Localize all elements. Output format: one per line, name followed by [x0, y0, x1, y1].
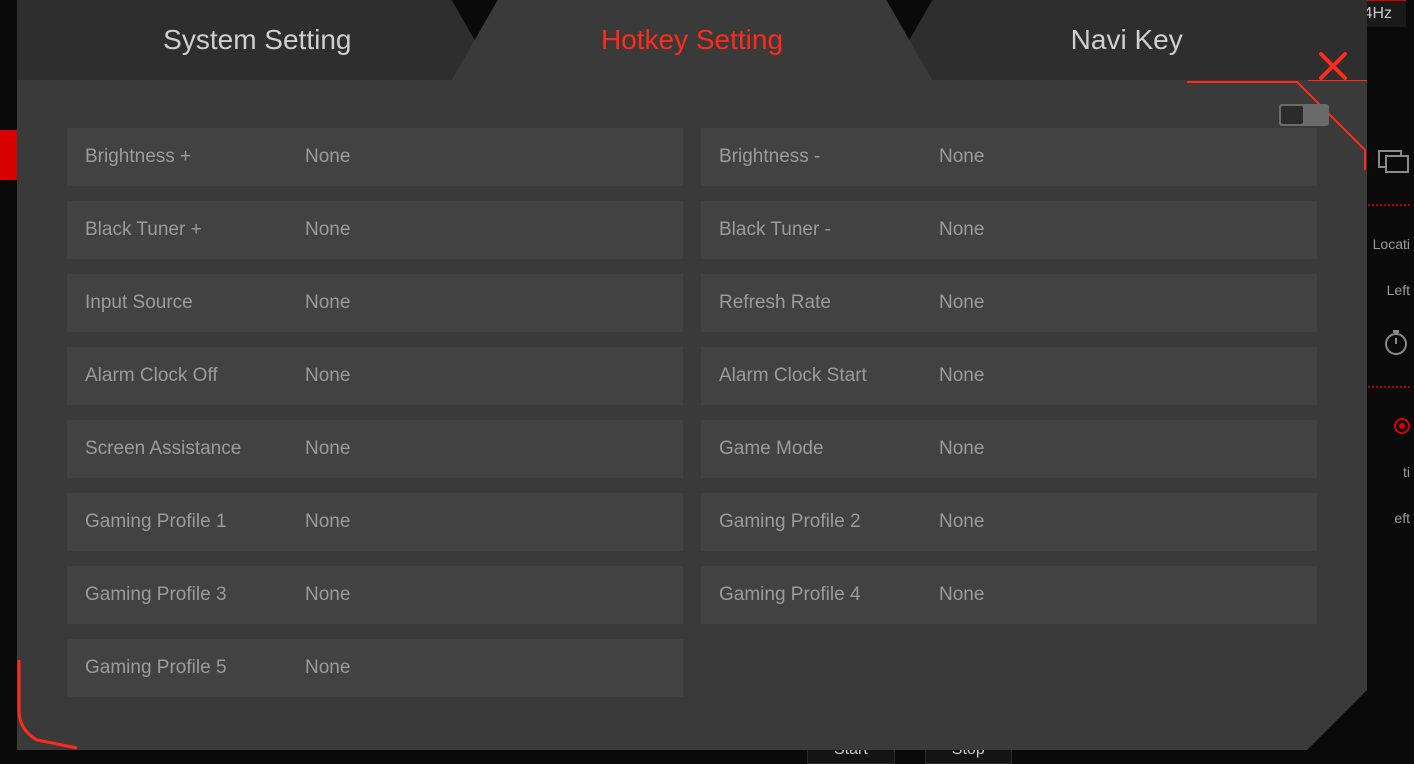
- hotkey-row-alarm-clock-off[interactable]: Alarm Clock Off None: [67, 347, 683, 405]
- hotkey-row-brightness-plus[interactable]: Brightness + None: [67, 128, 683, 186]
- settings-dialog: System Setting Hotkey Setting Navi Key B…: [17, 0, 1367, 750]
- stopwatch-icon: [1382, 328, 1410, 356]
- hotkey-row-alarm-clock-start[interactable]: Alarm Clock Start None: [701, 347, 1317, 405]
- hotkey-label: Gaming Profile 5: [85, 657, 305, 679]
- hotkey-value: None: [939, 292, 984, 314]
- hotkey-row-gaming-profile-2[interactable]: Gaming Profile 2 None: [701, 493, 1317, 551]
- hotkey-label: Black Tuner +: [85, 219, 305, 241]
- toggle-knob: [1281, 106, 1303, 124]
- tab-system-setting[interactable]: System Setting: [17, 0, 498, 80]
- hotkey-label: Alarm Clock Start: [719, 365, 939, 387]
- tab-navi-key[interactable]: Navi Key: [886, 0, 1367, 80]
- hotkey-label: Game Mode: [719, 438, 939, 460]
- dotted-divider: [1360, 204, 1410, 206]
- bg-red-accent: [0, 130, 18, 180]
- hotkey-row-gaming-profile-1[interactable]: Gaming Profile 1 None: [67, 493, 683, 551]
- hotkey-label: Gaming Profile 4: [719, 584, 939, 606]
- hotkey-label: Alarm Clock Off: [85, 365, 305, 387]
- monitors-icon: [1378, 150, 1410, 174]
- hotkey-value: None: [939, 219, 984, 241]
- hotkey-row-black-tuner-minus[interactable]: Black Tuner - None: [701, 201, 1317, 259]
- bg-left-label: Left: [1387, 282, 1410, 298]
- hotkey-label: Black Tuner -: [719, 219, 939, 241]
- hotkey-row-gaming-profile-3[interactable]: Gaming Profile 3 None: [67, 566, 683, 624]
- hotkey-row-input-source[interactable]: Input Source None: [67, 274, 683, 332]
- close-button[interactable]: [1315, 48, 1351, 84]
- hotkey-value: None: [305, 219, 350, 241]
- hotkey-value: None: [305, 438, 350, 460]
- dotted-divider: [1360, 386, 1410, 388]
- hotkey-row-empty: [701, 639, 1317, 697]
- bg-location-label: Locati: [1373, 236, 1410, 252]
- hotkey-row-refresh-rate[interactable]: Refresh Rate None: [701, 274, 1317, 332]
- hotkey-label: Screen Assistance: [85, 438, 305, 460]
- hotkey-row-gaming-profile-5[interactable]: Gaming Profile 5 None: [67, 639, 683, 697]
- hotkey-row-screen-assistance[interactable]: Screen Assistance None: [67, 420, 683, 478]
- hotkey-label: Gaming Profile 1: [85, 511, 305, 533]
- hotkey-value: None: [939, 438, 984, 460]
- hotkey-label: Gaming Profile 2: [719, 511, 939, 533]
- hotkey-label: Brightness +: [85, 146, 305, 168]
- hotkey-value: None: [305, 511, 350, 533]
- hotkey-value: None: [305, 657, 350, 679]
- hotkey-enable-toggle[interactable]: [1279, 104, 1329, 126]
- hotkey-label: Input Source: [85, 292, 305, 314]
- hotkey-value: None: [305, 292, 350, 314]
- hotkey-row-game-mode[interactable]: Game Mode None: [701, 420, 1317, 478]
- hotkey-value: None: [305, 146, 350, 168]
- tab-hotkey-setting[interactable]: Hotkey Setting: [452, 0, 933, 80]
- hotkey-value: None: [939, 511, 984, 533]
- hotkey-label: Gaming Profile 3: [85, 584, 305, 606]
- hotkey-label: Refresh Rate: [719, 292, 939, 314]
- hotkey-value: None: [305, 365, 350, 387]
- hotkey-value: None: [305, 584, 350, 606]
- hotkey-grid: Brightness + None Brightness - None Blac…: [67, 128, 1317, 697]
- hotkey-row-black-tuner-plus[interactable]: Black Tuner + None: [67, 201, 683, 259]
- close-icon: [1315, 48, 1351, 84]
- hotkey-row-brightness-minus[interactable]: Brightness - None: [701, 128, 1317, 186]
- hotkey-label: Brightness -: [719, 146, 939, 168]
- radio-dot-icon: [1394, 418, 1410, 434]
- hotkey-row-gaming-profile-4[interactable]: Gaming Profile 4 None: [701, 566, 1317, 624]
- dialog-tabs: System Setting Hotkey Setting Navi Key: [17, 0, 1367, 80]
- bg-ti-label: ti: [1403, 464, 1410, 480]
- hotkey-value: None: [939, 146, 984, 168]
- dialog-body: Brightness + None Brightness - None Blac…: [17, 80, 1367, 750]
- bg-eft-label: eft: [1394, 510, 1410, 526]
- hotkey-value: None: [939, 365, 984, 387]
- hotkey-value: None: [939, 584, 984, 606]
